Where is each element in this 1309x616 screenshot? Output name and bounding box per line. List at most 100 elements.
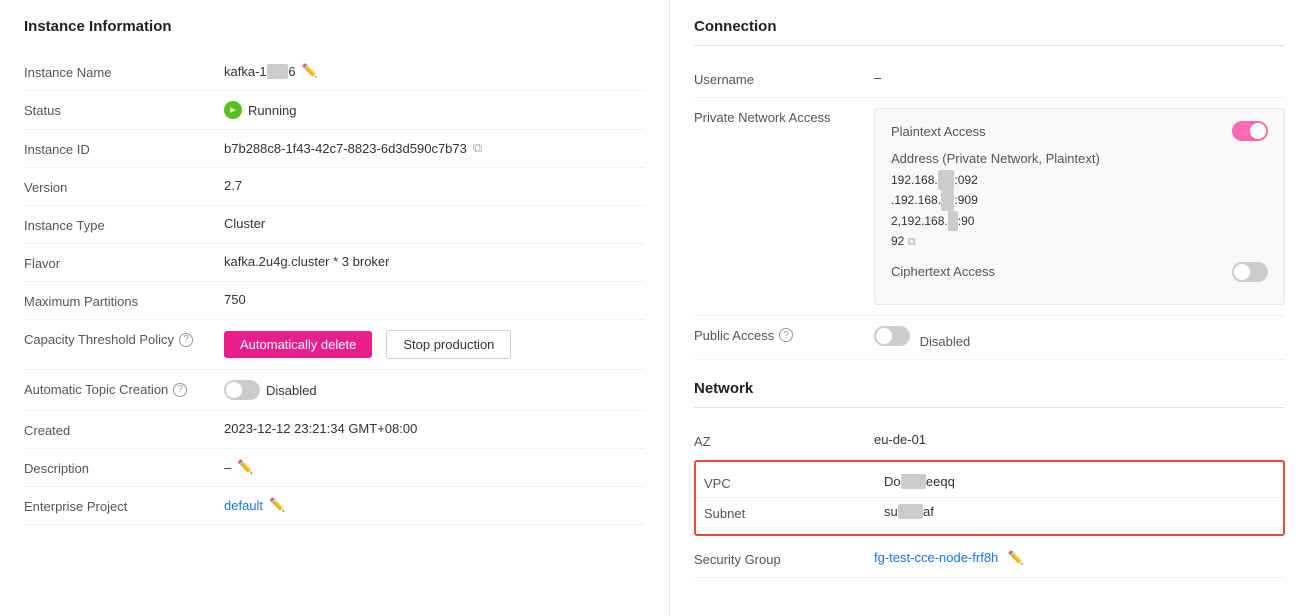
max-partitions-label: Maximum Partitions (24, 292, 224, 309)
auto-topic-toggle[interactable] (224, 380, 260, 400)
az-row: AZ eu-de-01 (694, 422, 1285, 460)
capacity-threshold-label: Capacity Threshold Policy ? (24, 330, 224, 347)
enterprise-project-row: Enterprise Project default ✏️ (24, 487, 645, 525)
plaintext-access-row: Plaintext Access (891, 121, 1268, 141)
vpc-label: VPC (704, 474, 884, 491)
version-label: Version (24, 178, 224, 195)
right-panel: Connection Username – Private Network Ac… (670, 0, 1309, 616)
auto-topic-disabled-text: Disabled (266, 383, 317, 398)
username-value: – (874, 70, 1285, 85)
instance-id-label: Instance ID (24, 140, 224, 157)
version-value: 2.7 (224, 178, 645, 193)
ciphertext-access-toggle[interactable] (1232, 262, 1268, 282)
plaintext-access-label: Plaintext Access (891, 124, 1232, 139)
instance-name-value: kafka-1 6 ✏️ (224, 63, 645, 79)
address-1: 192.168. :092 (891, 170, 1268, 190)
public-access-label: Public Access ? (694, 326, 874, 343)
username-row: Username – (694, 60, 1285, 98)
subnet-row: Subnet su af (696, 498, 1283, 528)
address-label: Address (Private Network, Plaintext) (891, 151, 1268, 166)
instance-id-text: b7b288c8-1f43-42c7-8823-6d3d590c7b73 (224, 141, 467, 156)
public-access-value: Disabled (874, 326, 1285, 349)
address-list: 192.168. :092 .192.168. :909 2,192.168. … (891, 170, 1268, 252)
private-network-box: Plaintext Access Address (Private Networ… (874, 108, 1285, 305)
status-running-icon (224, 101, 242, 119)
public-access-disabled-text: Disabled (920, 334, 971, 349)
connection-title: Connection (694, 18, 1285, 46)
status-row: Status Running (24, 91, 645, 130)
security-group-link[interactable]: fg-test-cce-node-frf8h (874, 550, 998, 565)
description-text: – (224, 460, 231, 475)
enterprise-project-value: default ✏️ (224, 497, 645, 513)
public-access-toggle[interactable] (874, 326, 910, 346)
security-group-label: Security Group (694, 550, 874, 567)
network-section: Network AZ eu-de-01 VPC Do eeqq Subnet s… (694, 380, 1285, 578)
auto-topic-label: Automatic Topic Creation ? (24, 380, 224, 397)
address-copy-icon[interactable]: ⧉ (908, 236, 916, 248)
username-label: Username (694, 70, 874, 87)
description-row: Description – ✏️ (24, 449, 645, 487)
subnet-label: Subnet (704, 504, 884, 521)
instance-type-value: Cluster (224, 216, 645, 231)
capacity-threshold-row: Capacity Threshold Policy ? Automaticall… (24, 320, 645, 370)
enterprise-project-label: Enterprise Project (24, 497, 224, 514)
auto-topic-value: Disabled (224, 380, 645, 400)
instance-name-blurred (267, 64, 289, 79)
auto-topic-help-icon[interactable]: ? (173, 383, 187, 397)
status-value: Running (224, 101, 645, 119)
created-row: Created 2023-12-12 23:21:34 GMT+08:00 (24, 411, 645, 449)
description-edit-icon[interactable]: ✏️ (237, 459, 253, 475)
vpc-value: Do eeqq (884, 474, 1275, 489)
public-access-help-icon[interactable]: ? (779, 328, 793, 342)
connection-section: Connection Username – Private Network Ac… (694, 18, 1285, 360)
left-panel: Instance Information Instance Name kafka… (0, 0, 670, 616)
ciphertext-access-row: Ciphertext Access (891, 262, 1268, 282)
enterprise-project-edit-icon[interactable]: ✏️ (269, 497, 285, 513)
flavor-label: Flavor (24, 254, 224, 271)
instance-id-copy-icon[interactable]: ⧉ (473, 140, 482, 156)
instance-type-row: Instance Type Cluster (24, 206, 645, 244)
flavor-value: kafka.2u4g.cluster * 3 broker (224, 254, 645, 269)
security-group-value: fg-test-cce-node-frf8h ✏️ (874, 550, 1285, 566)
private-network-row: Private Network Access Plaintext Access … (694, 98, 1285, 316)
instance-name-edit-icon[interactable]: ✏️ (302, 63, 318, 79)
capacity-threshold-help-icon[interactable]: ? (179, 333, 193, 347)
instance-type-label: Instance Type (24, 216, 224, 233)
enterprise-project-link[interactable]: default (224, 498, 263, 513)
created-value: 2023-12-12 23:21:34 GMT+08:00 (224, 421, 645, 436)
auto-topic-row: Automatic Topic Creation ? Disabled (24, 370, 645, 411)
status-text: Running (248, 103, 296, 118)
private-network-label: Private Network Access (694, 108, 874, 125)
version-row: Version 2.7 (24, 168, 645, 206)
max-partitions-value: 750 (224, 292, 645, 307)
subnet-value: su af (884, 504, 1275, 519)
public-access-row: Public Access ? Disabled (694, 316, 1285, 360)
vpc-subnet-highlight-box: VPC Do eeqq Subnet su af (694, 460, 1285, 536)
instance-name-label: Instance Name (24, 63, 224, 80)
vpc-row: VPC Do eeqq (696, 468, 1283, 498)
security-group-edit-icon[interactable]: ✏️ (1008, 550, 1024, 565)
instance-name-row: Instance Name kafka-1 6 ✏️ (24, 53, 645, 91)
auto-delete-button[interactable]: Automatically delete (224, 331, 372, 358)
description-value: – ✏️ (224, 459, 645, 475)
capacity-threshold-value: Automatically delete Stop production (224, 330, 645, 359)
instance-id-value: b7b288c8-1f43-42c7-8823-6d3d590c7b73 ⧉ (224, 140, 645, 156)
description-label: Description (24, 459, 224, 476)
max-partitions-row: Maximum Partitions 750 (24, 282, 645, 320)
flavor-row: Flavor kafka.2u4g.cluster * 3 broker (24, 244, 645, 282)
instance-name-text: kafka-1 6 (224, 64, 296, 79)
plaintext-access-toggle[interactable] (1232, 121, 1268, 141)
ciphertext-access-label: Ciphertext Access (891, 264, 1232, 279)
address-2: .192.168. :909 (891, 190, 1268, 210)
address-4: 92 ⧉ (891, 231, 1268, 252)
instance-id-row: Instance ID b7b288c8-1f43-42c7-8823-6d3d… (24, 130, 645, 168)
az-label: AZ (694, 432, 874, 449)
security-group-row: Security Group fg-test-cce-node-frf8h ✏️ (694, 540, 1285, 578)
address-row: Address (Private Network, Plaintext) 192… (891, 151, 1268, 252)
address-3: 2,192.168. :90 (891, 211, 1268, 231)
created-label: Created (24, 421, 224, 438)
az-value: eu-de-01 (874, 432, 1285, 447)
stop-production-button[interactable]: Stop production (386, 330, 511, 359)
instance-information-title: Instance Information (24, 18, 645, 35)
network-title: Network (694, 380, 1285, 408)
